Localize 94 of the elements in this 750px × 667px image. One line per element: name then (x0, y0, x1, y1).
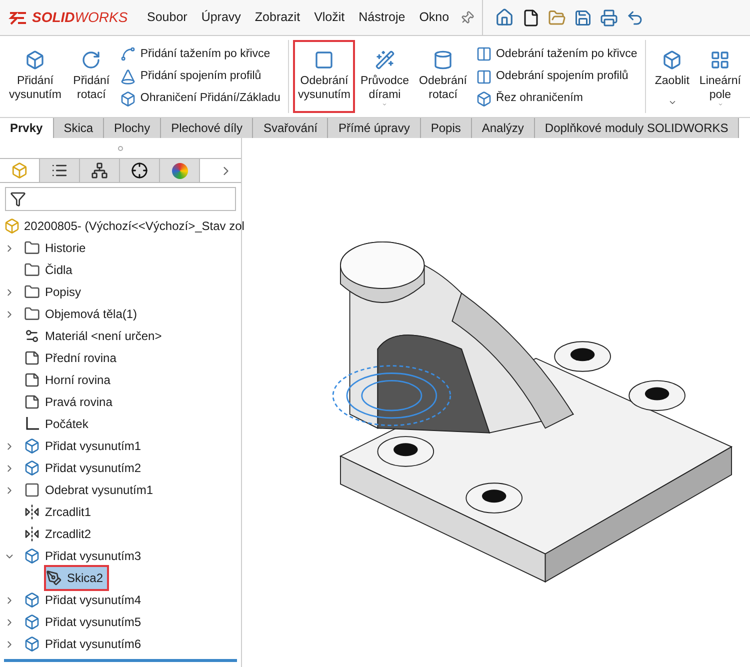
columns-icon (476, 68, 492, 84)
square-icon (24, 482, 40, 498)
tree-item[interactable]: Přidat vysunutím3 (24, 545, 146, 567)
tab[interactable]: Plechové díly (161, 118, 254, 138)
mirror-icon (24, 526, 40, 542)
columns-icon (476, 46, 492, 62)
app-logo: SOLIDWORKS (32, 8, 128, 27)
tree-item[interactable]: Popisy (24, 281, 86, 303)
tab[interactable]: Svařování (253, 118, 328, 138)
tree-item[interactable]: Odebrat vysunutím1 (24, 479, 158, 501)
panel-tab[interactable] (120, 159, 160, 182)
block-icon (662, 50, 682, 70)
open-icon[interactable] (548, 8, 566, 26)
block-icon (24, 460, 40, 476)
ribbon-button[interactable]: Odebrání tažením po křivce (476, 46, 638, 63)
tree-item[interactable]: Pravá rovina (24, 391, 116, 413)
filter-icon (10, 191, 26, 207)
folder-icon (24, 284, 40, 300)
rotate-icon (81, 50, 102, 70)
menu-item[interactable]: Vložit (307, 8, 352, 27)
tree-item[interactable]: Horní rovina (24, 369, 114, 391)
tree-item[interactable]: Historie (24, 237, 90, 259)
tree-item[interactable]: Objemová těla(1) (24, 303, 142, 325)
tree-item[interactable]: Přidat vysunutím2 (24, 457, 146, 479)
grid-icon (710, 50, 730, 70)
tree-item[interactable]: Zrcadlit2 (24, 523, 96, 545)
tree-item[interactable]: Přidat vysunutím6 (24, 633, 146, 655)
ribbon-button[interactable]: Odebrání rotací (414, 40, 472, 113)
ribbon-button[interactable]: Odebrání spojením profilů (476, 68, 638, 86)
panel-tab[interactable] (80, 159, 120, 182)
ribbon-button[interactable]: Zaoblit (650, 40, 694, 113)
tree-item[interactable]: Počátek (24, 413, 92, 435)
tab[interactable]: Plochy (104, 118, 162, 138)
mirror-icon (24, 504, 40, 520)
menu-item[interactable]: Zobrazit (248, 8, 308, 27)
menu-item[interactable]: Nástroje (352, 8, 412, 27)
tree-item[interactable]: Přidat vysunutím5 (24, 611, 146, 633)
menu-item[interactable]: Úpravy (194, 8, 248, 27)
tab[interactable]: Popis (420, 118, 472, 138)
list-icon[interactable] (51, 162, 68, 179)
part-icon (4, 218, 20, 234)
folder-icon (24, 262, 40, 278)
logo-icon (8, 10, 28, 26)
menu-item[interactable]: Okno (412, 8, 456, 27)
block-icon (24, 438, 40, 454)
ribbon-button[interactable]: Odebrání vysunutím (293, 40, 356, 113)
ribbon-button[interactable]: Řez ohraničením (476, 90, 638, 108)
tab[interactable]: Analýzy (472, 118, 535, 138)
new-document-icon[interactable] (522, 8, 540, 26)
block-icon (120, 90, 136, 107)
block-icon (476, 90, 492, 107)
block-icon (24, 548, 40, 564)
cylinder-icon (433, 50, 453, 70)
menu-item[interactable]: Soubor (140, 8, 194, 27)
block-icon (24, 636, 40, 652)
tree-item[interactable]: Přidat vysunutím4 (24, 589, 146, 611)
save-icon[interactable] (574, 8, 592, 26)
tree-item[interactable]: Přidat vysunutím1 (24, 435, 146, 457)
tree-item[interactable]: Přední rovina (24, 347, 120, 369)
block-icon (24, 614, 40, 630)
cone-icon (120, 68, 136, 84)
tree-item[interactable]: Zrcadlit1 (24, 501, 96, 523)
tab[interactable]: Přímé úpravy (328, 118, 421, 138)
tab[interactable]: Skica (54, 118, 104, 138)
print-icon[interactable] (600, 8, 618, 26)
home-icon[interactable] (495, 8, 514, 27)
ribbon-button[interactable]: Ohraničení Přidání/Základu (120, 90, 280, 108)
ribbon-button[interactable]: Přidání tažením po křivce (120, 46, 280, 63)
tree-item[interactable]: Materiál <není určen> (24, 325, 166, 347)
block-icon (24, 592, 40, 608)
filter-field[interactable] (5, 187, 236, 211)
ribbon-button[interactable]: Průvodce dírami (355, 40, 414, 113)
panel-tab[interactable] (40, 159, 80, 182)
ribbon-button[interactable]: Přidání vysunutím (4, 40, 66, 113)
caret-icon (668, 98, 677, 107)
crosshair-icon[interactable] (131, 162, 148, 179)
undo-icon[interactable] (626, 8, 644, 26)
ribbon-button[interactable]: Přidání spojením profilů (120, 68, 280, 86)
origin-icon (24, 416, 40, 432)
folder-icon (24, 240, 40, 256)
tree-item[interactable]: Čidla (24, 259, 76, 281)
tree-item[interactable]: Skica2 (46, 567, 108, 589)
square-icon (314, 50, 334, 70)
folder-icon (24, 306, 40, 322)
tree-icon[interactable] (91, 162, 108, 179)
ribbon-button[interactable]: Lineární pole (694, 40, 746, 113)
block-icon (25, 50, 46, 70)
splitter-handle[interactable] (118, 146, 123, 150)
tab[interactable]: Doplňkové moduly SOLIDWORKS (534, 118, 740, 138)
sketch-icon (46, 570, 62, 586)
tree-root[interactable]: 20200805- (Výchozí<<Výchozí>_Stav zol (24, 217, 244, 235)
curve-icon (120, 46, 136, 62)
wand-icon (374, 50, 395, 70)
ribbon-button[interactable]: Přidání rotací (66, 40, 116, 113)
